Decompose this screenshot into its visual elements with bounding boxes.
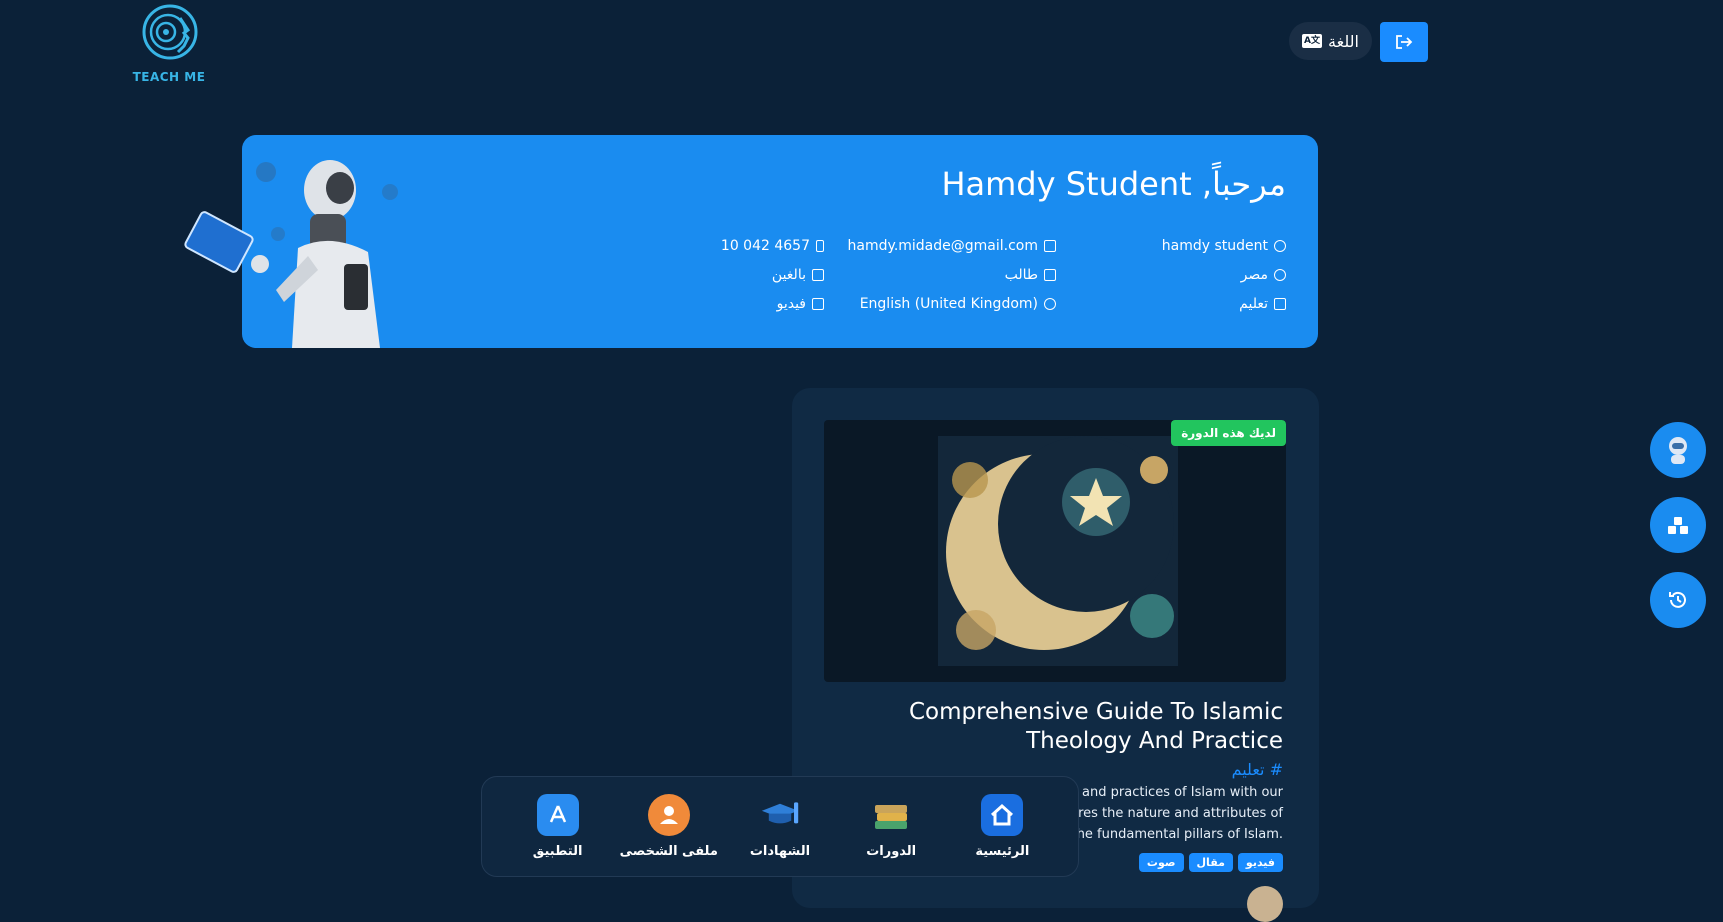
globe-icon: [1044, 298, 1056, 310]
history-icon: [1669, 591, 1686, 608]
app-store-icon: [536, 794, 579, 836]
chip-article: مقال: [1188, 853, 1233, 872]
language-label: اللغة: [1328, 31, 1359, 51]
video-file-icon: [812, 298, 824, 310]
phone-icon: [816, 240, 824, 252]
chip-audio: صوت: [1138, 853, 1184, 872]
chip-video: فيديو: [1237, 853, 1283, 872]
history-button[interactable]: [1650, 572, 1706, 628]
mail-icon: [1044, 240, 1056, 252]
location-pin-icon: [1274, 269, 1286, 281]
user-icon: [1274, 240, 1286, 252]
nav-item-app[interactable]: التطبيق: [503, 794, 613, 859]
profile-icon: [647, 794, 690, 836]
info-phone: 10 042 4657: [721, 238, 824, 254]
course-image[interactable]: لديك هذه الدورة: [824, 420, 1286, 682]
translate-icon: A文: [1302, 34, 1323, 48]
course-title[interactable]: Comprehensive Guide To Islamic Theology …: [833, 698, 1283, 756]
role-value: طالب: [1004, 267, 1038, 283]
nav-label-profile: ملفى الشخصى: [619, 844, 718, 859]
info-country: مصر: [1241, 267, 1286, 283]
logout-button[interactable]: [1380, 22, 1428, 62]
owned-course-badge: لديك هذه الدورة: [1171, 420, 1286, 446]
welcome-title: مرحباً, Hamdy Student: [941, 165, 1286, 203]
document-icon: [1274, 298, 1286, 310]
content-type-value: فيديو: [776, 296, 806, 312]
islamic-art-image: [938, 436, 1178, 666]
info-username: hamdy student: [1162, 238, 1286, 254]
logout-icon: [1396, 35, 1413, 49]
nav-label-app: التطبيق: [532, 844, 583, 859]
info-age-group: بالغين: [772, 267, 824, 283]
nav-item-certificates[interactable]: الشهادات: [725, 794, 835, 859]
nav-label-certificates: الشهادات: [749, 844, 811, 859]
language-button[interactable]: A文 اللغة: [1289, 22, 1372, 60]
nav-item-courses[interactable]: الدورات: [836, 794, 946, 859]
graduation-cap-icon: [759, 794, 801, 836]
age-group-value: بالغين: [771, 267, 806, 283]
logo-head-icon: [142, 4, 198, 60]
country-value: مصر: [1240, 267, 1268, 283]
info-language: English (United Kingdom): [860, 296, 1056, 312]
bottom-nav: الرئيسية الدورات الشهادات ملفى الشخصى ال…: [481, 776, 1079, 877]
nav-item-profile[interactable]: ملفى الشخصى: [614, 794, 724, 859]
blocks-icon: [1668, 517, 1688, 534]
robot-illustration: [180, 152, 410, 348]
logo-text: TEACH ME: [132, 70, 206, 84]
blocks-button[interactable]: [1650, 497, 1706, 553]
info-email: hamdy.midade@gmail.com: [848, 238, 1056, 254]
nav-item-home[interactable]: الرئيسية: [947, 794, 1057, 859]
language-value: English (United Kingdom): [859, 296, 1038, 312]
phone-value: 10 042 4657: [720, 238, 810, 254]
info-role: طالب: [1005, 267, 1056, 283]
ai-assistant-button[interactable]: [1650, 422, 1706, 478]
instructor-avatar: [1247, 886, 1283, 922]
info-content-type: فيديو: [777, 296, 824, 312]
course-category-tag[interactable]: # تعليم: [1232, 760, 1283, 779]
teach-me-logo[interactable]: TEACH ME: [128, 0, 210, 88]
nav-label-courses: الدورات: [866, 844, 917, 859]
nav-label-home: الرئيسية: [975, 844, 1030, 859]
content-type-chips: فيديو مقال صوت: [1138, 853, 1283, 872]
briefcase-icon: [1044, 269, 1056, 281]
email-value: hamdy.midade@gmail.com: [847, 238, 1038, 254]
robot-assistant-icon: [1669, 437, 1687, 464]
info-category: تعليم: [1239, 296, 1286, 312]
category-value: تعليم: [1239, 296, 1268, 312]
id-badge-icon: [812, 269, 824, 281]
books-icon: [870, 794, 912, 836]
home-icon: [981, 794, 1024, 836]
username-value: hamdy student: [1161, 238, 1268, 254]
